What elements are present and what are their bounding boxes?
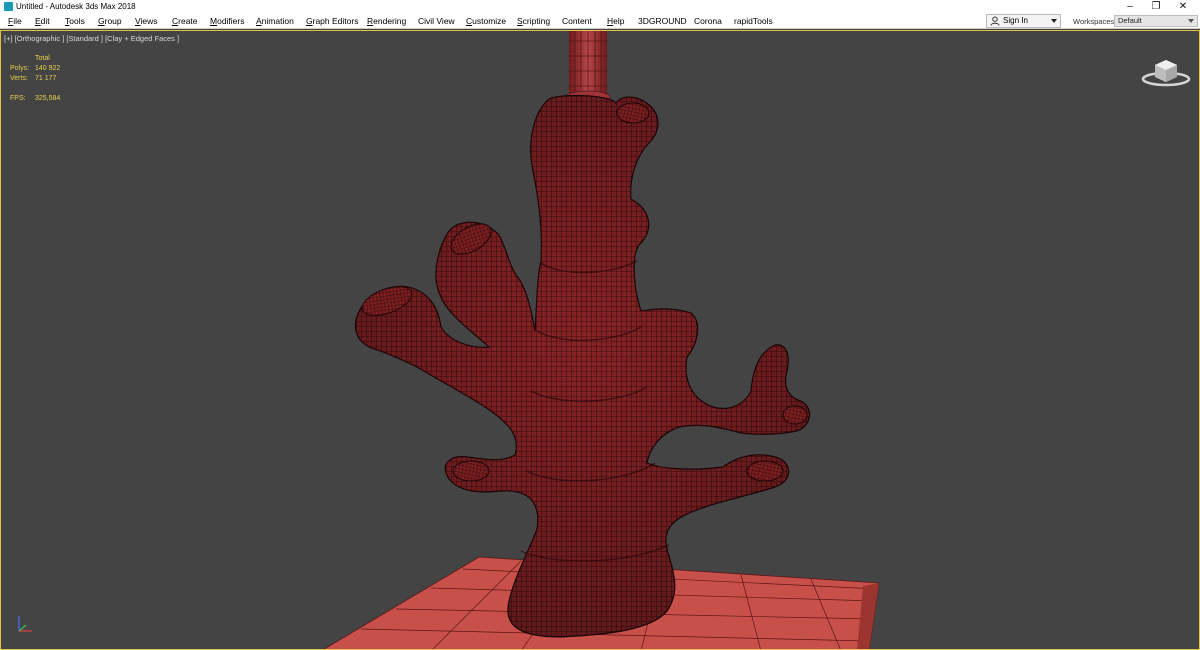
menu-create[interactable]: Create [172, 16, 198, 27]
3dsmax-app-icon [4, 2, 13, 11]
axis-tripod-icon [18, 616, 32, 632]
fps-value: 325,584 [35, 95, 61, 102]
minimize-button[interactable]: – [1117, 0, 1143, 14]
menu-scripting[interactable]: Scripting [517, 16, 550, 27]
menu-edit[interactable]: Edit [35, 16, 50, 27]
menu-tools[interactable]: Tools [65, 16, 85, 27]
workspaces-value: Default [1118, 16, 1142, 25]
menu-animation[interactable]: Animation [256, 16, 294, 27]
sign-in-label: Sign In [1003, 16, 1028, 25]
pole-cylinder [565, 31, 611, 104]
stats-header: Total [35, 55, 50, 62]
chevron-down-icon [1188, 19, 1194, 23]
menu-file[interactable]: File [8, 16, 22, 27]
statistics-overlay: Total Polys: 140 922 Verts: 71 177 FPS: … [10, 54, 90, 104]
sign-in-dropdown[interactable]: Sign In [986, 14, 1061, 28]
fps-label: FPS: [10, 95, 26, 102]
viewcube-icon[interactable] [1141, 51, 1191, 89]
menu-3dground[interactable]: 3DGROUND [638, 16, 687, 27]
title-bar: Untitled - Autodesk 3ds Max 2018 – ❐ ✕ [0, 0, 1200, 14]
menu-views[interactable]: Views [135, 16, 158, 27]
menu-rendering[interactable]: Rendering [367, 16, 406, 27]
workspaces-label: Workspaces: [1073, 17, 1117, 26]
polys-label: Polys: [10, 65, 30, 72]
viewport-scene [323, 31, 880, 649]
menu-content[interactable]: Content [562, 16, 592, 27]
menu-graph-editors[interactable]: Graph Editors [306, 16, 358, 27]
person-icon [990, 16, 1000, 26]
restore-button[interactable]: ❐ [1143, 0, 1169, 14]
coral-mesh [354, 94, 811, 638]
menu-modifiers[interactable]: Modifiers [210, 16, 245, 27]
verts-label: Verts: [10, 75, 28, 82]
menu-group[interactable]: Group [98, 16, 122, 27]
perspective-viewport[interactable]: [+] [Orthographic ] [Standard ] [Clay + … [0, 30, 1200, 650]
window-title: Untitled - Autodesk 3ds Max 2018 [16, 2, 136, 11]
close-button[interactable]: ✕ [1170, 0, 1196, 14]
workspaces-select[interactable]: Default [1114, 15, 1198, 27]
verts-value: 71 177 [35, 75, 57, 82]
chevron-down-icon [1051, 19, 1057, 23]
viewport-label[interactable]: [+] [Orthographic ] [Standard ] [Clay + … [4, 34, 179, 43]
menu-help[interactable]: Help [607, 16, 624, 27]
menu-rapidtools[interactable]: rapidTools [734, 16, 773, 27]
menu-corona[interactable]: Corona [694, 16, 722, 27]
menu-civil-view[interactable]: Civil View [418, 16, 455, 27]
menu-customize[interactable]: Customize [466, 16, 506, 27]
polys-value: 140 922 [35, 65, 61, 72]
